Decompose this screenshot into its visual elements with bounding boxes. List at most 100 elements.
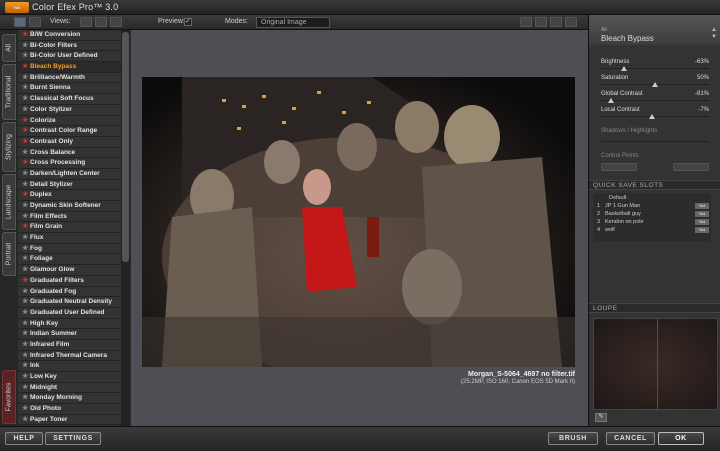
- filter-item[interactable]: ★ Old Photo: [18, 404, 121, 415]
- filter-item[interactable]: ★ Bi-Color Filters: [18, 40, 121, 52]
- favorite-star-icon[interactable]: ★: [22, 297, 30, 308]
- favorite-star-icon[interactable]: ★: [22, 30, 30, 41]
- filter-list-scrollbar[interactable]: [121, 30, 130, 426]
- save-slot[interactable]: 3 Kendon on pole Set: [597, 219, 709, 226]
- remove-control-point-button[interactable]: [673, 163, 709, 171]
- save-slot[interactable]: 1 JP 1 Gun Man Set: [597, 203, 709, 210]
- param-slider[interactable]: Local Contrast -7%: [601, 107, 709, 120]
- cancel-button[interactable]: CANCEL: [606, 432, 655, 445]
- ok-button[interactable]: OK: [658, 432, 704, 445]
- hand-icon[interactable]: [550, 17, 562, 27]
- param-slider[interactable]: Global Contrast -81%: [601, 91, 709, 104]
- filter-item[interactable]: ★ Detail Stylizer: [18, 179, 121, 191]
- favorite-star-icon[interactable]: ★: [22, 62, 30, 73]
- slider-knob[interactable]: [620, 66, 627, 71]
- view-full-button[interactable]: [80, 17, 92, 27]
- filter-item[interactable]: ★ Paper Toner: [18, 414, 121, 426]
- default-slot[interactable]: Default: [597, 195, 709, 202]
- tab-portrait[interactable]: Portrait: [2, 232, 16, 276]
- filter-item[interactable]: ★ Contrast Color Range: [18, 126, 121, 137]
- favorite-star-icon[interactable]: ★: [22, 233, 30, 244]
- filter-item[interactable]: ★ Graduated User Defined: [18, 307, 121, 319]
- filter-item[interactable]: ★ Bi-Color User Defined: [18, 51, 121, 63]
- save-slot[interactable]: 2 Basketball guy Set: [597, 211, 709, 218]
- filter-item[interactable]: ★ Film Effects: [18, 211, 121, 223]
- filter-item[interactable]: ★ Burnt Sienna: [18, 83, 121, 95]
- favorite-star-icon[interactable]: ★: [22, 83, 30, 94]
- shadows-highlights-label[interactable]: Shadows / Highlights: [601, 128, 657, 134]
- filter-item[interactable]: ★ Graduated Neutral Density: [18, 297, 121, 308]
- favorite-star-icon[interactable]: ★: [22, 190, 30, 201]
- favorite-star-icon[interactable]: ★: [22, 308, 30, 319]
- favorite-star-icon[interactable]: ★: [22, 116, 30, 127]
- filter-item[interactable]: ★ Ink: [18, 361, 121, 372]
- loupe-pin-icon[interactable]: ✎: [595, 413, 607, 422]
- filter-item[interactable]: ★ Colorize: [18, 115, 121, 127]
- filter-item[interactable]: ★ Duplex: [18, 190, 121, 201]
- favorite-star-icon[interactable]: ★: [22, 254, 30, 265]
- search-icon[interactable]: [535, 17, 547, 27]
- favorite-star-icon[interactable]: ★: [22, 169, 30, 180]
- tab-traditional[interactable]: Traditional: [2, 64, 16, 120]
- filter-item[interactable]: ★ Low Key: [18, 372, 121, 383]
- favorite-star-icon[interactable]: ★: [22, 73, 30, 84]
- slot-set-button[interactable]: Set: [695, 211, 709, 217]
- slot-set-button[interactable]: Set: [695, 203, 709, 209]
- loupe-header[interactable]: LOUPE: [589, 303, 720, 313]
- favorite-star-icon[interactable]: ★: [22, 361, 30, 372]
- filter-item[interactable]: ★ Graduated Fog: [18, 286, 121, 298]
- favorite-star-icon[interactable]: ★: [22, 372, 30, 383]
- tab-favorites[interactable]: Favorites: [2, 370, 16, 424]
- scrollbar-thumb[interactable]: [122, 32, 129, 262]
- settings-button[interactable]: SETTINGS: [45, 432, 101, 445]
- mode-select[interactable]: Original Image: [256, 17, 330, 28]
- filter-item[interactable]: ★ High Key: [18, 318, 121, 330]
- favorite-star-icon[interactable]: ★: [22, 41, 30, 52]
- collapse-icon[interactable]: ▲ ▼: [711, 27, 717, 41]
- filter-item[interactable]: ★ Bleach Bypass: [18, 62, 121, 73]
- filter-item[interactable]: ★ Infrared Film: [18, 339, 121, 351]
- filter-item[interactable]: ★ Brilliance/Warmth: [18, 72, 121, 84]
- add-control-point-button[interactable]: [601, 163, 637, 171]
- tab-landscape[interactable]: Landscape: [2, 174, 16, 230]
- favorite-star-icon[interactable]: ★: [22, 201, 30, 212]
- favorite-star-icon[interactable]: ★: [22, 222, 30, 233]
- view-vertical-split-button[interactable]: [95, 17, 107, 27]
- brush-button[interactable]: BRUSH: [548, 432, 598, 445]
- favorite-star-icon[interactable]: ★: [22, 148, 30, 159]
- control-points-label[interactable]: Control Points: [601, 153, 639, 159]
- slider-knob[interactable]: [648, 114, 655, 119]
- view-side-by-side-button[interactable]: [110, 17, 122, 27]
- favorite-star-icon[interactable]: ★: [22, 244, 30, 255]
- filter-item[interactable]: ★ Graduated Filters: [18, 275, 121, 287]
- preview-checkbox[interactable]: ✓: [184, 18, 192, 26]
- favorite-star-icon[interactable]: ★: [22, 180, 30, 191]
- filter-item[interactable]: ★ Fog: [18, 243, 121, 255]
- favorite-star-icon[interactable]: ★: [22, 319, 30, 330]
- filter-item[interactable]: ★ B/W Conversion: [18, 30, 121, 41]
- favorite-star-icon[interactable]: ★: [22, 276, 30, 287]
- favorite-star-icon[interactable]: ★: [22, 158, 30, 169]
- favorite-star-icon[interactable]: ★: [22, 265, 30, 276]
- param-slider[interactable]: Brightness -63%: [601, 59, 709, 72]
- favorite-star-icon[interactable]: ★: [22, 340, 30, 351]
- slot-set-button[interactable]: Set: [695, 227, 709, 233]
- favorite-star-icon[interactable]: ★: [22, 393, 30, 404]
- filter-item[interactable]: ★ Cross Processing: [18, 158, 121, 169]
- filter-item[interactable]: ★ Classical Soft Focus: [18, 94, 121, 105]
- favorite-star-icon[interactable]: ★: [22, 404, 30, 415]
- zoom-icon[interactable]: [520, 17, 532, 27]
- favorite-star-icon[interactable]: ★: [22, 51, 30, 62]
- param-slider[interactable]: Saturation 50%: [601, 75, 709, 88]
- slider-knob[interactable]: [607, 98, 614, 103]
- favorite-star-icon[interactable]: ★: [22, 383, 30, 394]
- favorite-star-icon[interactable]: ★: [22, 137, 30, 148]
- slider-knob[interactable]: [652, 82, 658, 87]
- favorite-star-icon[interactable]: ★: [22, 94, 30, 105]
- filter-item[interactable]: ★ Glamour Glow: [18, 265, 121, 276]
- view-split-button[interactable]: [29, 17, 41, 27]
- eyedropper-icon[interactable]: [565, 17, 577, 27]
- filter-item[interactable]: ★ Dynamic Skin Softener: [18, 201, 121, 212]
- filter-item[interactable]: ★ Darken/Lighten Center: [18, 168, 121, 180]
- favorite-star-icon[interactable]: ★: [22, 126, 30, 137]
